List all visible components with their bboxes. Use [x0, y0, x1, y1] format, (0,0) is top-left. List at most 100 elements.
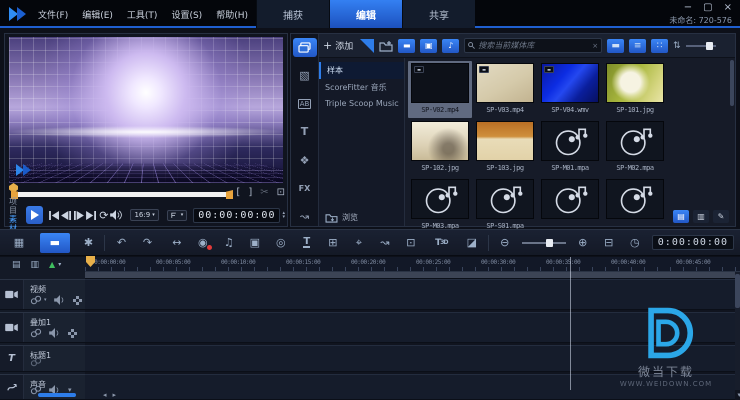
- subtitle-editor-button[interactable]: T: [294, 233, 320, 253]
- link-caret-icon[interactable]: ▾: [44, 297, 47, 303]
- vscroll-thumb[interactable]: [735, 274, 740, 308]
- preview-quality-select[interactable]: ▾: [167, 210, 188, 221]
- play-button[interactable]: [26, 206, 43, 224]
- next-frame-button[interactable]: [73, 207, 85, 223]
- folder-scorefitter[interactable]: ScoreFitter 音乐: [319, 79, 404, 96]
- split-screen-template-button[interactable]: ⊞: [320, 233, 346, 253]
- media-item[interactable]: ▬ SP-V03.mp4: [473, 61, 537, 118]
- motion-path-button[interactable]: ↝: [293, 207, 317, 226]
- fit-project-button[interactable]: ↔: [164, 233, 190, 253]
- enlarge-preview-button[interactable]: ⊡: [277, 187, 285, 198]
- link-icon[interactable]: [30, 357, 42, 367]
- scroll-left-button[interactable]: ◂: [103, 391, 107, 399]
- graphic-category-button[interactable]: ❖: [293, 151, 317, 170]
- zoom-out-button[interactable]: ⊖: [492, 233, 518, 253]
- media-item[interactable]: ▬ SP-V02.mp4: [408, 61, 472, 118]
- folder-samples[interactable]: 样本: [319, 62, 404, 79]
- link-icon[interactable]: [30, 295, 42, 305]
- video-track-header[interactable]: 视频 ▾: [0, 279, 85, 310]
- mark-in-button[interactable]: [: [236, 187, 240, 198]
- clear-search-icon[interactable]: ×: [592, 42, 598, 50]
- minimize-button[interactable]: −: [684, 2, 692, 13]
- time-interval-button[interactable]: ◷: [622, 233, 648, 253]
- timeline-zoom-slider[interactable]: [522, 242, 566, 244]
- timeline-seek-strip[interactable]: [85, 272, 740, 279]
- media-item[interactable]: SP-M03.mpa: [408, 177, 472, 234]
- timeline-ruler[interactable]: 00:00:00:00 00:00:05:00 00:00:10:00 00:0…: [85, 257, 740, 272]
- reference-frame-button[interactable]: ⊡: [398, 233, 424, 253]
- menu-tools[interactable]: 工具(T): [127, 8, 158, 21]
- end-button[interactable]: [85, 207, 97, 223]
- preview-video[interactable]: [9, 37, 283, 183]
- painting-creator-button[interactable]: ▣: [242, 233, 268, 253]
- link-icon[interactable]: [30, 328, 42, 338]
- mark-out-button[interactable]: ]: [248, 187, 252, 198]
- speaker-icon[interactable]: [49, 328, 61, 338]
- record-capture-button[interactable]: ◉: [190, 233, 216, 253]
- redo-button[interactable]: ↷: [134, 233, 160, 253]
- add-folder-button[interactable]: +添加: [323, 39, 353, 52]
- filter-fx-button[interactable]: FX: [293, 179, 317, 198]
- preview-timecode[interactable]: 00:00:00:00: [193, 208, 280, 223]
- show-photos-filter-button[interactable]: ▣: [420, 39, 437, 53]
- sound-mixer-button[interactable]: ♫: [216, 233, 242, 253]
- restore-button[interactable]: ▢: [703, 2, 712, 13]
- title-track-header[interactable]: T 标题1: [0, 345, 85, 372]
- folder-triplescoop[interactable]: Triple Scoop Music: [319, 96, 404, 111]
- list-view-button[interactable]: ≡: [629, 39, 646, 53]
- scrub-track[interactable]: [13, 192, 231, 197]
- split-clip-button[interactable]: ✂: [260, 187, 268, 198]
- media-item[interactable]: SP-103.jpg: [473, 119, 537, 176]
- track-manager-button[interactable]: ▤: [12, 260, 21, 270]
- close-button[interactable]: ×: [724, 2, 732, 13]
- overlay-track-header[interactable]: 叠加1: [0, 312, 85, 343]
- show-videos-filter-button[interactable]: ▬: [398, 39, 415, 53]
- undo-button[interactable]: ↶: [108, 233, 134, 253]
- fit-timeline-button[interactable]: ⊟: [596, 233, 622, 253]
- pin-library-icon[interactable]: [360, 39, 374, 53]
- show-audio-filter-button[interactable]: ♪: [442, 39, 459, 53]
- instant-project-button[interactable]: ▧: [293, 66, 317, 85]
- transition-category-button[interactable]: AB: [293, 94, 317, 113]
- library-navigation-button[interactable]: ▥: [693, 210, 709, 223]
- menu-file[interactable]: 文件(F): [38, 8, 68, 21]
- media-item[interactable]: SP-M02.mpa: [603, 119, 667, 176]
- search-input[interactable]: [478, 41, 589, 50]
- add-track-caret-icon[interactable]: ▾: [58, 261, 61, 268]
- mask-creator-button[interactable]: ◪: [459, 233, 485, 253]
- motion-tracking-button[interactable]: ⌖: [346, 233, 372, 253]
- import-media-button[interactable]: [379, 40, 393, 52]
- chroma-grid-icon[interactable]: [68, 329, 77, 338]
- track-list-button[interactable]: ▥: [31, 260, 40, 270]
- media-item[interactable]: SP-101.jpg: [603, 61, 667, 118]
- hscroll-thumb[interactable]: [38, 393, 76, 397]
- customize-motion-button[interactable]: ↝: [372, 233, 398, 253]
- tab-share[interactable]: 共享: [402, 0, 475, 28]
- thumbnail-view-button[interactable]: ▬: [607, 39, 624, 53]
- browse-button[interactable]: 浏览: [319, 212, 404, 223]
- media-item[interactable]: [538, 177, 602, 234]
- timecode-stepper[interactable]: ▴▾: [282, 211, 285, 219]
- media-item[interactable]: ▬ SP-V04.wmv: [538, 61, 602, 118]
- mix-tools-button[interactable]: ✱: [75, 233, 101, 253]
- thumbnail-size-slider[interactable]: [686, 45, 716, 47]
- previous-frame-button[interactable]: [60, 207, 72, 223]
- menu-settings[interactable]: 设置(S): [171, 8, 202, 21]
- volume-button[interactable]: [110, 207, 122, 223]
- tab-edit[interactable]: 编辑: [329, 0, 402, 28]
- media-category-button[interactable]: [293, 38, 317, 57]
- speed-button[interactable]: ◎: [268, 233, 294, 253]
- library-edit-button[interactable]: ✎: [713, 210, 729, 223]
- title-category-button[interactable]: T: [293, 122, 317, 141]
- menu-help[interactable]: 帮助(H): [216, 8, 248, 21]
- storyboard-view-button[interactable]: ▦: [6, 233, 32, 253]
- chroma-grid-icon[interactable]: [73, 296, 82, 305]
- menu-edit[interactable]: 编辑(E): [82, 8, 113, 21]
- media-item[interactable]: SP-M01.mpa: [538, 119, 602, 176]
- sort-button[interactable]: ⇅: [673, 41, 681, 51]
- timeline-view-button[interactable]: ▬: [40, 233, 70, 253]
- details-view-button[interactable]: ∷: [651, 39, 668, 53]
- speaker-icon[interactable]: [54, 295, 66, 305]
- scroll-right-button[interactable]: ▸: [113, 391, 117, 399]
- add-track-button[interactable]: ▲: [49, 260, 55, 269]
